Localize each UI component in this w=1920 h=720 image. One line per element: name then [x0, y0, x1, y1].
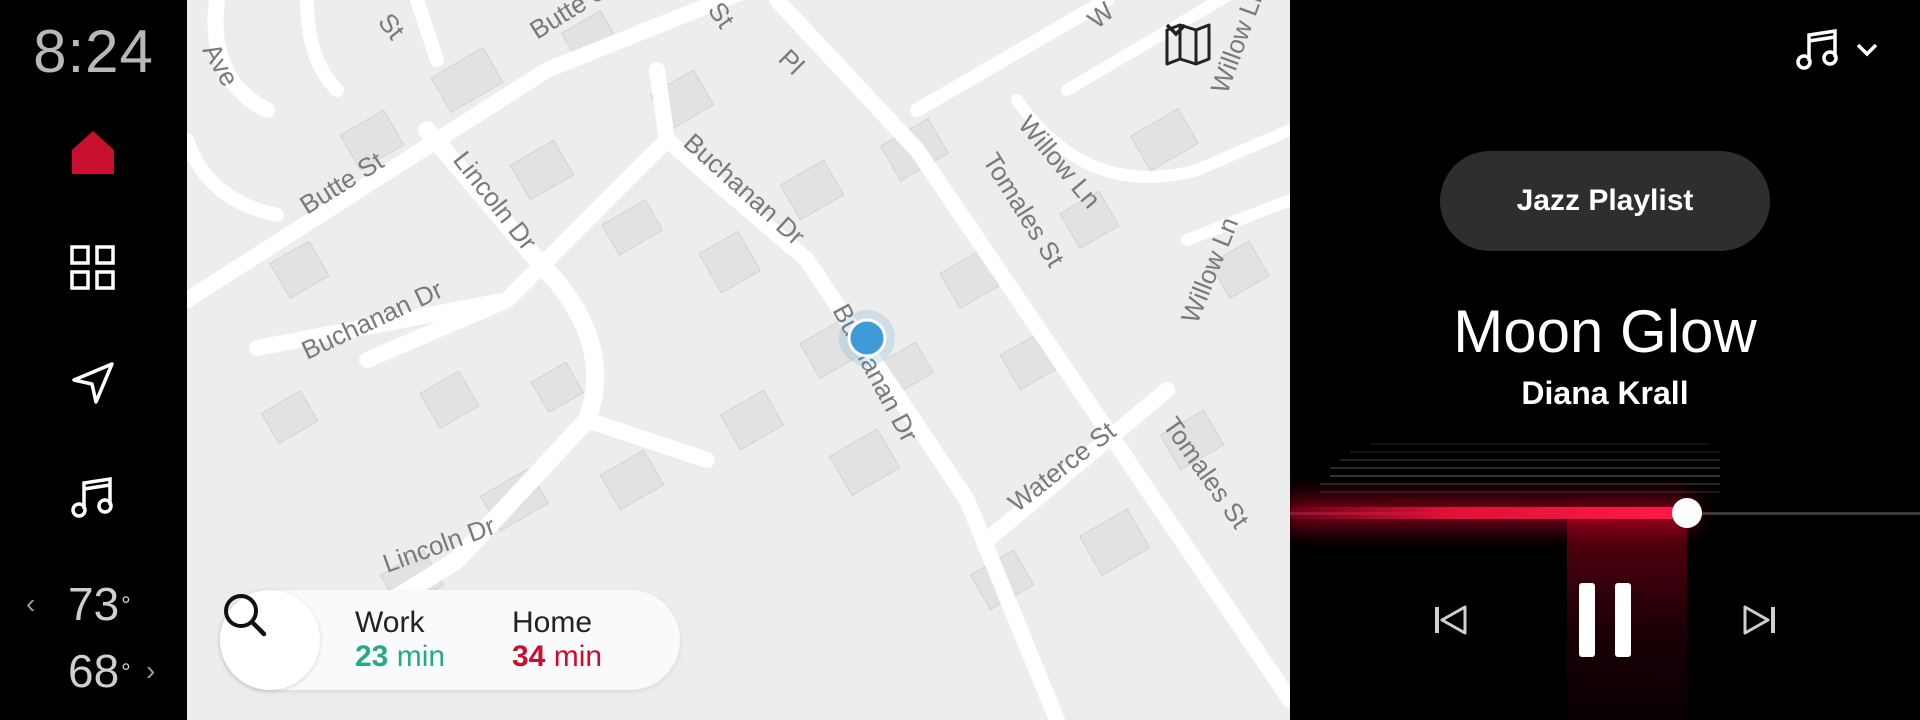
- music-button[interactable]: [48, 453, 138, 543]
- pause-icon: [1579, 583, 1631, 657]
- street-label: St: [372, 7, 411, 45]
- map-view[interactable]: Butte St Lincoln Dr Buchanan Dr Buchanan…: [187, 0, 1290, 720]
- playlist-button[interactable]: Jazz Playlist: [1440, 151, 1770, 251]
- street-label: Pl: [773, 43, 811, 81]
- home-destination[interactable]: Home 34 min: [512, 606, 602, 674]
- previous-track-button[interactable]: [1410, 585, 1490, 655]
- music-note-icon: [71, 476, 113, 518]
- work-destination[interactable]: Work 23 min: [355, 606, 445, 674]
- music-note-icon: [1796, 28, 1838, 70]
- temp-passenger[interactable]: 68°: [68, 646, 131, 696]
- artist-name: Diana Krall: [1521, 375, 1689, 411]
- current-location-marker: [847, 318, 887, 358]
- search-icon: [224, 594, 267, 637]
- destination-card: Work 23 min Home 34 min: [220, 590, 680, 690]
- temp-driver-down-button[interactable]: ‹: [26, 588, 35, 620]
- home-icon: [72, 131, 114, 174]
- map-layers-button[interactable]: [1164, 22, 1274, 78]
- left-rail: 8:24 ‹ 73° 68° ›: [0, 0, 187, 720]
- next-track-icon: [1743, 605, 1775, 635]
- progress-fill: [1290, 507, 1687, 519]
- destination-name: Work: [355, 606, 425, 639]
- navigation-arrow-icon: [72, 362, 114, 404]
- search-button[interactable]: [220, 590, 320, 690]
- temp-passenger-value: 68: [68, 645, 120, 697]
- clock: 8:24: [33, 18, 154, 85]
- pause-button[interactable]: [1555, 570, 1655, 670]
- eta-unit: min: [396, 640, 446, 673]
- media-panel: Jazz Playlist Moon Glow Diana Krall: [1290, 0, 1920, 720]
- chevron-down-icon: [1165, 23, 1187, 37]
- eta-unit: min: [553, 640, 603, 673]
- destination-eta: 34 min: [512, 640, 602, 674]
- song-title: Moon Glow: [1453, 298, 1757, 365]
- chevron-down-icon: [1856, 43, 1878, 57]
- temp-driver-value: 73: [68, 578, 120, 630]
- temp-driver[interactable]: 73°: [68, 579, 131, 629]
- eta-minutes: 23: [355, 640, 389, 673]
- apps-button[interactable]: [48, 223, 138, 313]
- degree-symbol: °: [121, 592, 131, 619]
- progress-thumb[interactable]: [1672, 498, 1702, 528]
- home-button[interactable]: [48, 108, 138, 198]
- eta-minutes: 34: [512, 640, 546, 673]
- destination-name: Home: [512, 606, 593, 639]
- navigation-button[interactable]: [48, 338, 138, 428]
- degree-symbol: °: [121, 659, 131, 686]
- media-source-button[interactable]: [1795, 22, 1905, 78]
- destination-eta: 23 min: [355, 640, 445, 674]
- previous-track-icon: [1435, 605, 1467, 635]
- grid-apps-icon: [70, 245, 115, 290]
- street-label: Waterce St: [1002, 415, 1122, 518]
- next-track-button[interactable]: [1720, 585, 1800, 655]
- temp-passenger-up-button[interactable]: ›: [146, 655, 155, 687]
